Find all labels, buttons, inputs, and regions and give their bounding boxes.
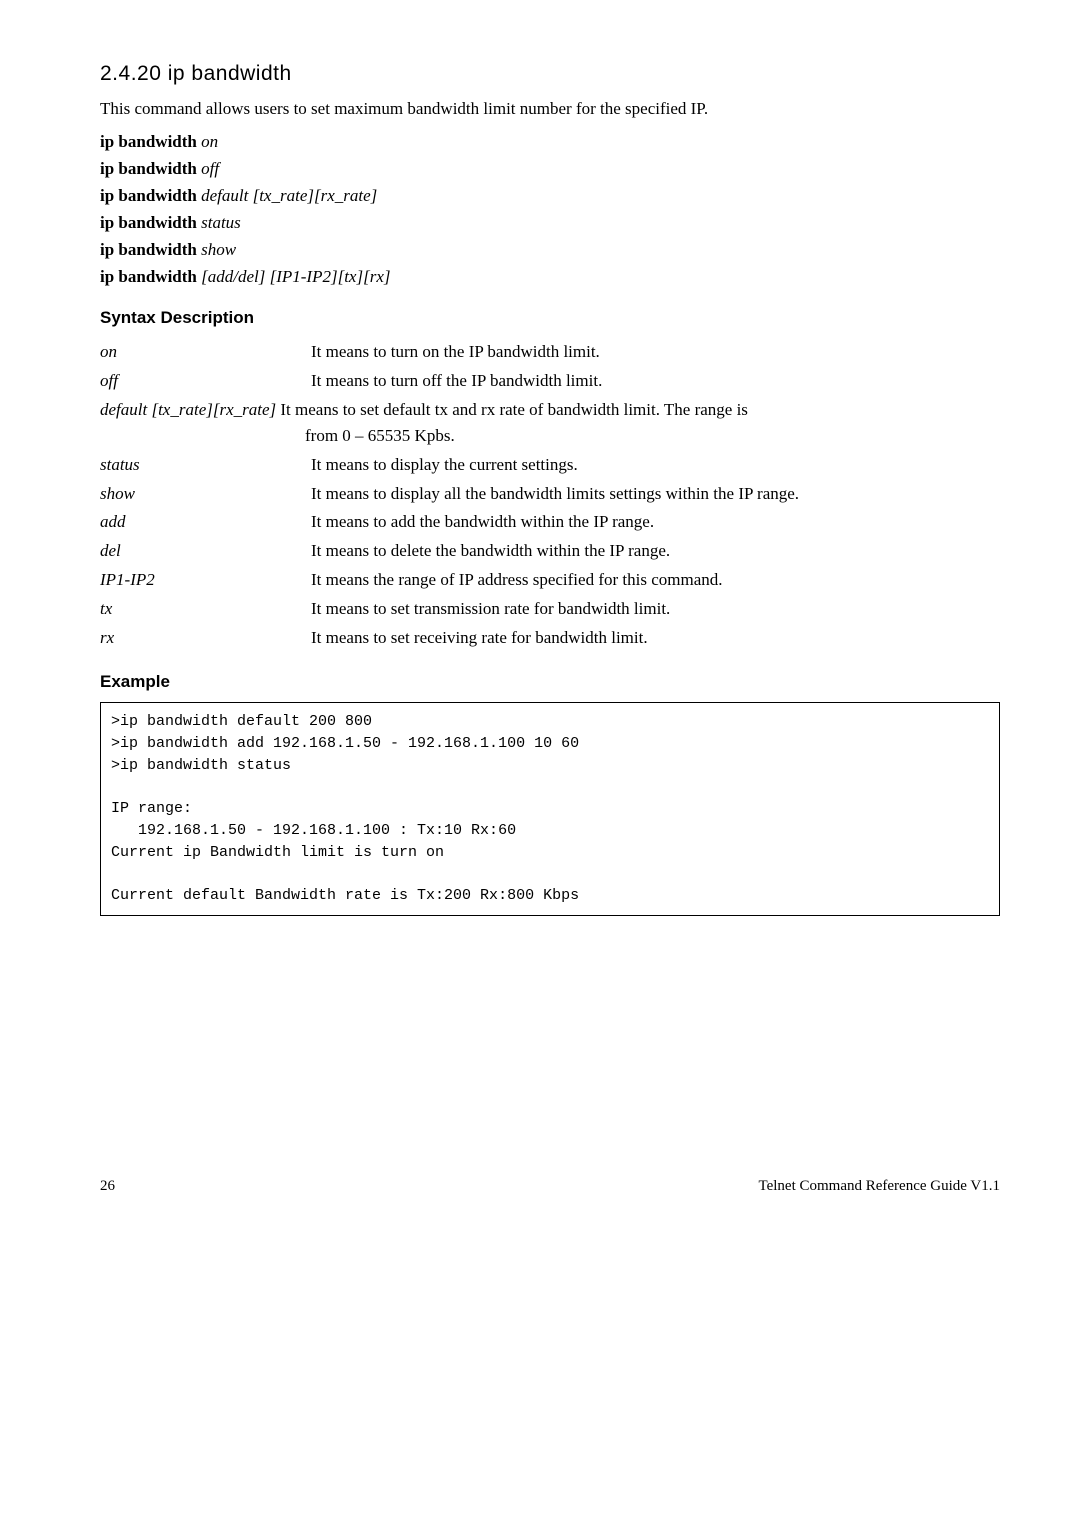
command-list: ip bandwidth on ip bandwidth off ip band… <box>100 131 1000 289</box>
syntax-row: show It means to display all the bandwid… <box>100 480 1000 509</box>
syntax-term: default [tx_rate][rx_rate] <box>100 400 276 419</box>
syntax-row: off It means to turn off the IP bandwidt… <box>100 367 1000 396</box>
syntax-row: IP1-IP2 It means the range of IP address… <box>100 566 1000 595</box>
syntax-row: tx It means to set transmission rate for… <box>100 595 1000 624</box>
syntax-def: It means to set transmission rate for ba… <box>311 595 1000 624</box>
page-footer: 26 Telnet Command Reference Guide V1.1 <box>100 1176 1000 1196</box>
command-line: ip bandwidth on <box>100 131 1000 154</box>
syntax-table: status It means to display the current s… <box>100 451 1000 654</box>
command-line: ip bandwidth off <box>100 158 1000 181</box>
syntax-term: rx <box>100 624 311 653</box>
syntax-term: IP1-IP2 <box>100 566 311 595</box>
section-number: 2.4.20 <box>100 62 161 85</box>
example-heading: Example <box>100 671 1000 694</box>
syntax-def: It means to turn off the IP bandwidth li… <box>311 367 1000 396</box>
syntax-def: It means to display the current settings… <box>311 451 1000 480</box>
syntax-def: It means the range of IP address specifi… <box>311 566 1000 595</box>
syntax-row: status It means to display the current s… <box>100 451 1000 480</box>
syntax-row: rx It means to set receiving rate for ba… <box>100 624 1000 653</box>
command-line: ip bandwidth status <box>100 212 1000 235</box>
syntax-def: It means to display all the bandwidth li… <box>311 480 1000 509</box>
syntax-def: It means to delete the bandwidth within … <box>311 537 1000 566</box>
syntax-table: on It means to turn on the IP bandwidth … <box>100 338 1000 396</box>
syntax-term: status <box>100 451 311 480</box>
syntax-term: on <box>100 338 311 367</box>
syntax-term: tx <box>100 595 311 624</box>
syntax-term: del <box>100 537 311 566</box>
example-block: >ip bandwidth default 200 800 >ip bandwi… <box>100 702 1000 916</box>
syntax-term: add <box>100 508 311 537</box>
syntax-def: It means to set default tx and rx rate o… <box>280 400 748 419</box>
syntax-row-inline: default [tx_rate][rx_rate] It means to s… <box>100 399 1000 422</box>
section-title: ip bandwidth <box>168 62 292 85</box>
command-line: ip bandwidth [add/del] [IP1-IP2][tx][rx] <box>100 266 1000 289</box>
section-heading: 2.4.20 ip bandwidth <box>100 60 1000 88</box>
page-number: 26 <box>100 1176 115 1196</box>
syntax-row: on It means to turn on the IP bandwidth … <box>100 338 1000 367</box>
syntax-row: del It means to delete the bandwidth wit… <box>100 537 1000 566</box>
section-intro: This command allows users to set maximum… <box>100 98 1000 121</box>
syntax-def: It means to set receiving rate for bandw… <box>311 624 1000 653</box>
command-line: ip bandwidth show <box>100 239 1000 262</box>
syntax-row: add It means to add the bandwidth within… <box>100 508 1000 537</box>
syntax-def: It means to add the bandwidth within the… <box>311 508 1000 537</box>
syntax-def: It means to turn on the IP bandwidth lim… <box>311 338 1000 367</box>
syntax-def-cont: from 0 – 65535 Kpbs. <box>100 425 1000 448</box>
syntax-term: off <box>100 367 311 396</box>
command-line: ip bandwidth default [tx_rate][rx_rate] <box>100 185 1000 208</box>
doc-title: Telnet Command Reference Guide V1.1 <box>758 1176 1000 1196</box>
syntax-heading: Syntax Description <box>100 307 1000 330</box>
syntax-term: show <box>100 480 311 509</box>
